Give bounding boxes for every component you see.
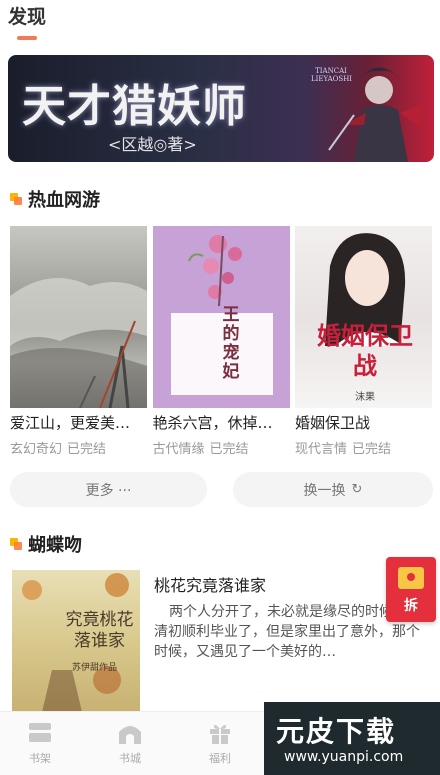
book-meta: 玄幻奇幻 已完结	[10, 438, 147, 457]
more-button-label: 更多 ···	[85, 482, 132, 499]
more-button[interactable]: 更多 ···	[10, 472, 207, 507]
book-card[interactable]: 爱江山，更爱美… 玄幻奇幻 已完结	[10, 226, 147, 457]
active-tab-indicator	[17, 36, 37, 40]
red-packet-icon	[398, 567, 424, 589]
book-grid: 爱江山，更爱美… 玄幻奇幻已完结 王的宠妃 艳杀六宫，休掉… 古代情缘已完结	[10, 226, 432, 457]
section-icon	[10, 538, 22, 550]
featured-banner[interactable]: 天才猎妖师 <区越◎著> TIANCAI LIEYAOSHI	[8, 55, 434, 162]
bookshelf-icon	[29, 723, 51, 742]
cover-title: 究竟桃花落谁家	[65, 610, 134, 651]
book-cover: 王的宠妃	[152, 226, 290, 408]
red-packet-label: 拆	[404, 598, 418, 614]
tab-label: 书架	[29, 752, 51, 765]
tab-bookshelf[interactable]: 书架	[10, 720, 70, 766]
book-genre: 玄幻奇幻	[10, 442, 63, 457]
watermark-brand: 元皮下载	[276, 715, 397, 748]
site-watermark: 元皮下载 www.yuanpi.com	[264, 702, 440, 775]
swap-button-label: 换一换	[303, 482, 346, 499]
book-genre: 古代情缘	[152, 442, 205, 457]
tab-bookstore[interactable]: 书城	[100, 720, 160, 766]
ink-landscape-illustration	[10, 278, 147, 408]
gift-icon	[210, 724, 230, 744]
section-header-hot: 热血网游	[10, 186, 100, 212]
book-meta: 现代言情 已完结	[295, 438, 432, 457]
book-genre: 现代言情	[295, 442, 348, 457]
cover-title: 王的宠妃	[222, 305, 240, 382]
banner-title: 天才猎妖师	[22, 81, 247, 132]
banner-author: <区越◎著>	[108, 135, 197, 154]
book-status: 已完结	[352, 442, 392, 457]
tab-label: 福利	[209, 752, 231, 765]
cover-title: 婚姻保卫战	[317, 321, 413, 380]
book-card[interactable]: 婚姻保卫战 沫果 婚姻保卫战 现代言情 已完结	[295, 226, 432, 457]
cover-author: 苏伊甜作品	[72, 663, 118, 673]
refresh-icon: ↻	[351, 482, 363, 497]
book-meta: 古代情缘 已完结	[153, 438, 290, 457]
section-title: 热血网游	[28, 190, 100, 211]
cover-panel	[170, 313, 273, 395]
flower-illustration	[187, 235, 242, 307]
bookstore-icon	[119, 726, 141, 744]
book-title: 爱江山，更爱美…	[10, 414, 131, 432]
book-cover[interactable]: 究竟桃花落谁家 苏伊甜作品	[12, 570, 140, 712]
book-card[interactable]: 王的宠妃 艳杀六宫，休掉… 古代情缘 已完结	[152, 226, 290, 457]
book-status: 已完结	[67, 442, 107, 457]
book-cover	[10, 226, 147, 408]
section-header-butterfly: 蝴蝶吻	[10, 531, 82, 557]
book-status: 已完结	[209, 442, 249, 457]
book-title[interactable]: 桃花究竟落谁家	[154, 572, 266, 596]
watermark-url: www.yuanpi.com	[284, 749, 404, 765]
section-icon	[10, 193, 22, 205]
section-title: 蝴蝶吻	[28, 535, 82, 556]
page-title: 发现	[8, 6, 47, 28]
book-title: 婚姻保卫战	[295, 414, 371, 432]
red-packet-button[interactable]: 拆	[386, 557, 436, 622]
banner-character-illustration	[328, 67, 426, 162]
tab-label: 书城	[119, 752, 141, 765]
book-cover: 婚姻保卫战 沫果	[295, 226, 432, 408]
swap-button[interactable]: 换一换 ↻	[233, 472, 433, 507]
tab-welfare[interactable]: 福利	[190, 720, 250, 766]
cover-author: 沫果	[355, 392, 375, 403]
book-title: 艳杀六宫，休掉…	[152, 414, 273, 432]
